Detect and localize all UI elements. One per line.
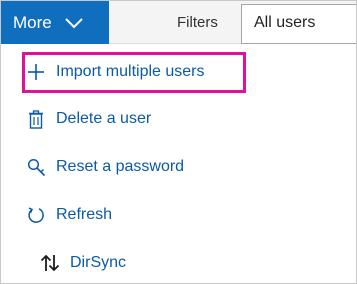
menu-item-label: Refresh [56, 206, 113, 223]
trash-icon [25, 108, 47, 130]
menu-item-import-multiple-users[interactable]: Import multiple users [25, 61, 205, 83]
more-button[interactable]: More [1, 1, 109, 44]
menu-item-label: Reset a password [56, 158, 185, 175]
filter-dropdown-value: All users [254, 14, 316, 31]
key-icon [25, 156, 47, 178]
menu-item-label: DirSync [70, 254, 127, 271]
sync-arrows-icon [39, 252, 61, 274]
menu-item-delete-a-user[interactable]: Delete a user [25, 108, 151, 130]
menu-item-reset-a-password[interactable]: Reset a password [25, 156, 184, 178]
menu-item-label: Delete a user [56, 110, 152, 127]
menu-item-label: Import multiple users [56, 63, 205, 80]
plus-icon [25, 61, 47, 83]
more-menu-panel: More Filters All users Import multiple u… [0, 0, 357, 284]
more-button-label: More [13, 12, 52, 32]
filters-label: Filters [177, 14, 218, 31]
menu-item-refresh[interactable]: Refresh [25, 204, 112, 226]
refresh-icon [25, 204, 47, 226]
filter-dropdown[interactable]: All users [241, 4, 356, 44]
chevron-down-icon [64, 16, 84, 30]
menu-item-dirsync[interactable]: DirSync [39, 252, 126, 274]
